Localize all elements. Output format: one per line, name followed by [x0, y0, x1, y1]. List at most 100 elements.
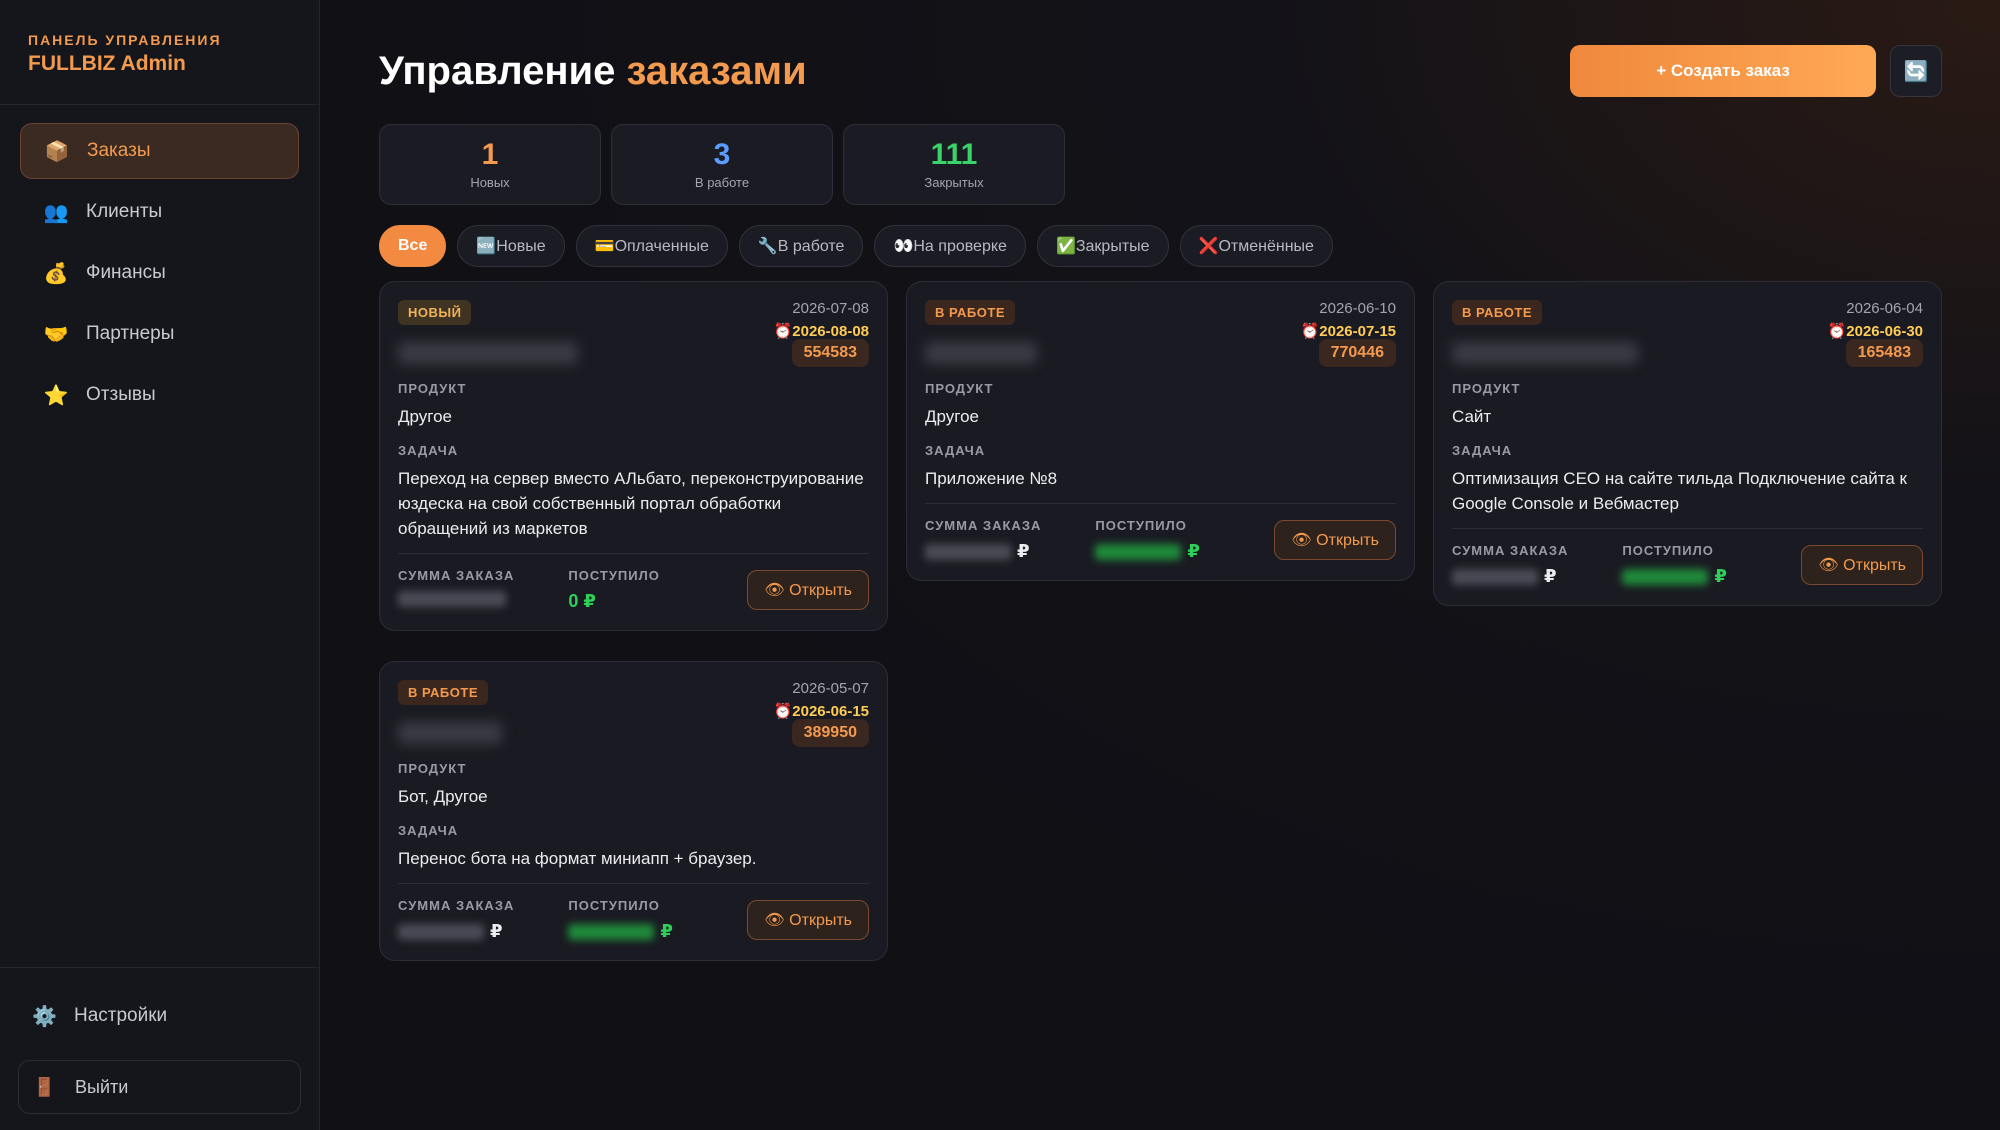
received-label: ПОСТУПИЛО [1095, 518, 1187, 533]
sidebar-item-finance[interactable]: 💰 Финансы [20, 245, 299, 301]
created-date: 2026-06-10 [1319, 300, 1396, 317]
refresh-icon: 🔄 [1903, 60, 1929, 83]
sidebar-item-orders[interactable]: 📦 Заказы [20, 123, 299, 179]
amount-value: ₽ [925, 541, 1041, 562]
sidebar-item-reviews[interactable]: ⭐ Отзывы [20, 367, 299, 423]
amount-value [398, 591, 514, 607]
package-icon: 📦 [44, 140, 70, 163]
currency-symbol: ₽ [1544, 566, 1557, 586]
product-label: ПРОДУКТ [398, 381, 467, 396]
sidebar-item-label: Заказы [87, 140, 151, 161]
amount-redacted [398, 591, 506, 607]
client-name-redacted [398, 342, 578, 364]
page-title-main: Управление [379, 48, 616, 93]
client-row: 389950 [398, 719, 869, 747]
stat-in-progress: 3 В работе [611, 124, 833, 205]
received-redacted [1095, 543, 1182, 560]
order-card: НОВЫЙ 2026-07-08 ⏰2026-08-08 554583 ПРОД… [379, 281, 888, 631]
amount-label: СУММА ЗАКАЗА [925, 518, 1042, 533]
app-root: ПАНЕЛЬ УПРАВЛЕНИЯ FULLBIZ Admin 📦 Заказы… [0, 0, 2000, 1130]
stat-value: 1 [481, 138, 499, 171]
amount-value: ₽ [1452, 566, 1568, 587]
due-date: ⏰2026-07-15 [1300, 323, 1396, 340]
card-footer: СУММА ЗАКАЗА ₽ ПОСТУПИЛО ₽ 👁 Открыть [1452, 528, 1923, 587]
status-badge: НОВЫЙ [398, 300, 472, 325]
create-order-button[interactable]: + Создать заказ [1570, 45, 1876, 97]
filter-new[interactable]: 🆕Новые [457, 225, 565, 267]
order-id-badge: 389950 [791, 719, 869, 747]
amount-redacted [925, 543, 1011, 560]
page-header: Управление заказами + Создать заказ 🔄 [379, 0, 1942, 122]
open-order-button[interactable]: 👁 Открыть [1274, 520, 1396, 560]
received-value: ₽ [1622, 566, 1727, 587]
header-actions: + Создать заказ 🔄 [1570, 45, 1942, 97]
currency-symbol: ₽ [1187, 541, 1200, 561]
client-row: 770446 [925, 339, 1396, 367]
received-value: 0 ₽ [568, 591, 596, 611]
due-date: ⏰2026-06-15 [773, 703, 869, 720]
stat-value: 111 [930, 138, 978, 171]
logout-button[interactable]: 🚪 Выйти [18, 1060, 301, 1114]
money-bag-icon: 💰 [43, 262, 69, 285]
stats-row: 1 Новых 3 В работе 111 Закрытых [379, 124, 1942, 205]
money-block: СУММА ЗАКАЗА ₽ ПОСТУПИЛО ₽ [925, 518, 1200, 562]
received-redacted [1622, 568, 1709, 585]
settings-label: Настройки [74, 1005, 168, 1026]
filter-review[interactable]: 👀На проверке [874, 225, 1026, 267]
task-label: ЗАДАЧА [398, 443, 459, 458]
sidebar-item-partners[interactable]: 🤝 Партнеры [20, 306, 299, 362]
users-icon: 👥 [43, 201, 69, 224]
refresh-button[interactable]: 🔄 [1890, 45, 1942, 97]
order-id-badge: 554583 [791, 339, 869, 367]
sidebar-item-clients[interactable]: 👥 Клиенты [20, 184, 299, 240]
sidebar: ПАНЕЛЬ УПРАВЛЕНИЯ FULLBIZ Admin 📦 Заказы… [0, 0, 320, 1130]
orders-grid: НОВЫЙ 2026-07-08 ⏰2026-08-08 554583 ПРОД… [379, 281, 1942, 1001]
currency-symbol: ₽ [660, 921, 673, 941]
order-id-badge: 770446 [1318, 339, 1396, 367]
created-date: 2026-06-04 [1846, 300, 1923, 317]
open-order-button[interactable]: 👁 Открыть [1801, 545, 1923, 585]
filter-bar: Все 🆕Новые 💳Оплаченные 🔧В работе 👀На про… [379, 225, 1942, 267]
sidebar-nav: 📦 Заказы 👥 Клиенты 💰 Финансы 🤝 Партнеры … [0, 105, 319, 446]
currency-symbol: ₽ [1017, 541, 1030, 561]
stat-closed: 111 Закрытых [843, 124, 1065, 205]
amount-col: СУММА ЗАКАЗА ₽ [925, 518, 1041, 562]
page-title: Управление заказами [379, 49, 807, 94]
amount-label: СУММА ЗАКАЗА [398, 568, 515, 583]
settings-link[interactable]: ⚙️ Настройки [18, 994, 301, 1038]
order-id-badge: 165483 [1845, 339, 1923, 367]
money-block: СУММА ЗАКАЗА ПОСТУПИЛО 0 ₽ [398, 568, 660, 612]
order-card: В РАБОТЕ 2026-06-10 ⏰2026-07-15 770446 П… [906, 281, 1415, 581]
brand-subtitle: ПАНЕЛЬ УПРАВЛЕНИЯ [28, 32, 222, 48]
sidebar-item-label: Отзывы [86, 384, 156, 405]
open-order-button[interactable]: 👁 Открыть [747, 570, 869, 610]
filter-paid[interactable]: 💳Оплаченные [575, 225, 728, 267]
amount-col: СУММА ЗАКАЗА [398, 568, 514, 612]
received-value: ₽ [568, 921, 673, 942]
amount-redacted [398, 923, 484, 940]
task-label: ЗАДАЧА [925, 443, 986, 458]
product-label: ПРОДУКТ [925, 381, 994, 396]
filter-closed[interactable]: ✅Закрытые [1036, 225, 1169, 267]
task-value: Оптимизация СЕО на сайте тильда Подключе… [1452, 469, 1907, 513]
logout-label: Выйти [75, 1076, 129, 1097]
money-block: СУММА ЗАКАЗА ₽ ПОСТУПИЛО ₽ [1452, 543, 1727, 587]
task-value: Перенос бота на формат миниапп + браузер… [398, 849, 757, 868]
order-card: В РАБОТЕ 2026-05-07 ⏰2026-06-15 389950 П… [379, 661, 888, 961]
currency-symbol: ₽ [1714, 566, 1727, 586]
received-col: ПОСТУПИЛО ₽ [1095, 518, 1200, 562]
card-footer: СУММА ЗАКАЗА ₽ ПОСТУПИЛО ₽ 👁 Открыть [398, 883, 869, 942]
brand: ПАНЕЛЬ УПРАВЛЕНИЯ FULLBIZ Admin [0, 0, 319, 105]
filter-cancelled[interactable]: ❌Отменённые [1179, 225, 1333, 267]
stat-value: 3 [713, 138, 731, 171]
open-order-button[interactable]: 👁 Открыть [747, 900, 869, 940]
amount-col: СУММА ЗАКАЗА ₽ [1452, 543, 1568, 587]
filter-all[interactable]: Все [379, 225, 447, 267]
received-redacted [568, 923, 655, 940]
filter-in-progress[interactable]: 🔧В работе [738, 225, 864, 267]
handshake-icon: 🤝 [43, 323, 69, 346]
order-card: В РАБОТЕ 2026-06-04 ⏰2026-06-30 165483 П… [1433, 281, 1942, 606]
client-name-redacted [1452, 342, 1638, 364]
sidebar-item-label: Финансы [86, 262, 166, 283]
product-value: Другое [398, 407, 453, 426]
